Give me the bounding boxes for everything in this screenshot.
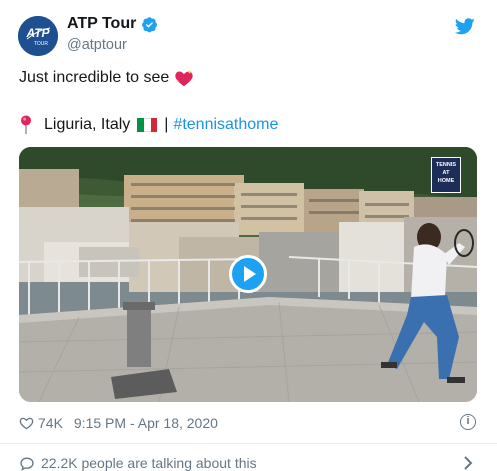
author-name[interactable]: ATP Tour <box>67 15 158 33</box>
people-talking-icon <box>20 456 34 471</box>
location-text: Liguria, Italy <box>44 116 131 133</box>
conversation-link[interactable]: 22.2K people are talking about this <box>19 455 257 471</box>
round-pushpin-icon <box>21 115 31 135</box>
talking-text[interactable]: 22.2K people are talking about this <box>41 455 257 471</box>
twitter-bird-icon[interactable] <box>455 18 475 35</box>
chevron-right-icon[interactable] <box>463 456 473 470</box>
info-icon[interactable]: i <box>460 414 476 430</box>
video-thumbnail[interactable]: TENNIS AT HOME <box>19 147 477 402</box>
tweet-text-line1: Just incredible to see <box>19 69 194 87</box>
italy-flag-icon <box>137 118 158 132</box>
avatar-logo-subtext: TOUR <box>34 41 48 47</box>
author-handle[interactable]: @atptour <box>67 37 127 53</box>
tweet-footer: 74K 9:15 PM - Apr 18, 2020 <box>19 414 218 432</box>
tennis-at-home-badge: TENNIS AT HOME <box>431 157 461 193</box>
like-heart-icon[interactable] <box>19 416 34 430</box>
tweet-text-line2: Liguria, Italy | #tennisathome <box>19 115 278 135</box>
badge-line-2: AT <box>442 170 450 176</box>
like-count[interactable]: 74K <box>38 415 63 431</box>
tweet-timestamp[interactable]: 9:15 PM - Apr 18, 2020 <box>74 415 218 431</box>
verified-badge-icon <box>142 16 158 32</box>
tweet-text: Just incredible to see <box>19 69 170 86</box>
badge-line-1: TENNIS <box>435 162 457 168</box>
sparkling-heart-icon <box>175 69 193 87</box>
badge-line-3: HOME <box>437 178 455 184</box>
tweet-card: ATP TOUR ATP Tour @atptour Just incredib… <box>0 0 497 471</box>
play-icon <box>243 266 256 282</box>
divider <box>0 443 497 444</box>
play-button[interactable] <box>229 255 267 293</box>
avatar-logo-text: ATP <box>25 26 50 40</box>
avatar[interactable]: ATP TOUR <box>18 16 58 56</box>
hashtag-link[interactable]: #tennisathome <box>173 116 278 134</box>
author-name-text[interactable]: ATP Tour <box>67 15 136 33</box>
atp-logo-icon: ATP TOUR <box>18 16 58 56</box>
separator: | <box>164 116 169 133</box>
